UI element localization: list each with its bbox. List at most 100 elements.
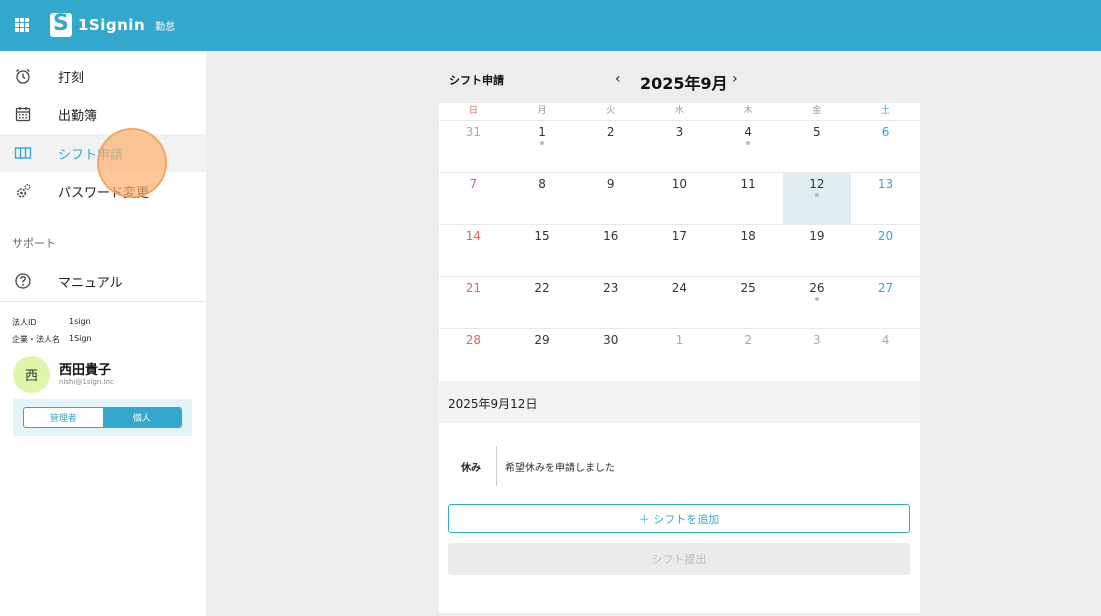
calendar-day-cell[interactable]: 26	[783, 277, 852, 329]
shift-entry-text: 希望休みを申請しました	[505, 463, 615, 474]
calendar-day-number: 6	[881, 125, 890, 139]
selected-date-label: 2025年9月12日	[448, 397, 538, 411]
weekday-label: 水	[674, 106, 684, 116]
calendar-day-cell[interactable]: 20	[851, 225, 920, 277]
sidebar-item-password-change[interactable]: パスワード変更	[0, 172, 206, 210]
calendar-day-cell[interactable]: 10	[645, 173, 714, 225]
columns-icon	[14, 144, 32, 162]
shift-indicator-dot	[745, 141, 750, 145]
user-email: nishi@1sign.inc	[59, 378, 114, 386]
submit-shift-button[interactable]: シフト提出	[448, 543, 910, 575]
calendar-day-cell[interactable]: 15	[508, 225, 577, 277]
weekday-label: 土	[881, 106, 891, 116]
calendar-day-cell[interactable]: 28	[439, 329, 508, 381]
calendar-day-cell[interactable]: 23	[576, 277, 645, 329]
calendar-day-cell[interactable]: 12	[782, 173, 852, 225]
calendar-day-cell[interactable]: 30	[576, 329, 645, 381]
support-section-label: サポート	[12, 237, 56, 250]
calendar-day-cell[interactable]: 22	[508, 277, 577, 329]
calendar-day-cell[interactable]: 2	[714, 329, 783, 381]
calendar-day-cell[interactable]: 7	[439, 173, 508, 225]
calendar-week-row: 21 22 23 24 25 26 27	[439, 276, 920, 328]
calendar-day-cell[interactable]: 8	[508, 173, 577, 225]
calendar-grid: 日 月 火 水 木 金 土 31 1 2 3 4 5 6 7 8 9 10 11 12 13 14 15 16 1…	[439, 103, 920, 381]
calendar-day-cell[interactable]: 5	[783, 121, 852, 173]
shift-indicator-dot	[814, 193, 819, 197]
calendar-day-cell[interactable]: 11	[714, 173, 783, 225]
calendar-day-cell[interactable]: 13	[851, 173, 920, 225]
weekday-label: 日	[468, 106, 478, 116]
sidebar-item-label: パスワード変更	[58, 185, 150, 201]
calendar-day-number: 30	[603, 333, 619, 347]
calendar-day-cell[interactable]: 25	[714, 277, 783, 329]
role-admin-button[interactable]: 管理者	[24, 408, 103, 427]
app-logo[interactable]: 1Signin 勤怠	[50, 12, 175, 38]
calendar-day-number: 15	[534, 229, 550, 243]
calendar-day-cell[interactable]: 29	[508, 329, 577, 381]
calendar-day-number: 24	[671, 281, 688, 295]
calendar-day-number: 9	[606, 177, 615, 191]
role-switcher-panel: 管理者 個人	[13, 399, 192, 436]
sidebar-item-attendance[interactable]: 出勤簿	[0, 95, 206, 133]
calendar-day-cell[interactable]: 31	[439, 121, 508, 173]
calendar-week-row: 28 29 30 1 2 3 4	[439, 328, 920, 380]
calendar-day-number: 25	[740, 281, 756, 295]
calendar-icon	[14, 105, 32, 123]
entry-separator	[496, 446, 497, 486]
corp-name-label: 企業・法人名	[12, 335, 60, 344]
calendar-day-cell[interactable]: 27	[851, 277, 920, 329]
calendar-day-number: 7	[469, 177, 478, 191]
calendar-day-number: 10	[671, 177, 688, 191]
calendar-day-number: 17	[671, 229, 688, 243]
calendar-day-cell[interactable]: 2	[576, 121, 645, 173]
calendar-day-number: 18	[740, 229, 756, 243]
shift-indicator-dot	[814, 297, 819, 301]
weekday-label: 木	[743, 106, 753, 116]
calendar-day-cell[interactable]: 4	[851, 329, 920, 381]
app-header: 1Signin 勤怠	[0, 0, 1101, 51]
sidebar-item-punch[interactable]: 打刻	[0, 57, 206, 95]
selected-date-bar: 2025年9月12日	[439, 381, 920, 423]
apps-grid-icon[interactable]	[15, 18, 29, 32]
calendar-day-number: 13	[877, 177, 894, 191]
calendar-day-cell[interactable]: 24	[645, 277, 714, 329]
calendar-day-number: 8	[538, 177, 546, 191]
calendar-day-number: 2	[606, 125, 615, 139]
calendar-day-number: 20	[877, 229, 894, 243]
calendar-day-number: 2	[744, 333, 752, 347]
calendar-day-cell[interactable]: 1	[645, 329, 714, 381]
calendar-day-cell[interactable]: 4	[714, 121, 783, 173]
logo-text: 1Signin	[78, 16, 146, 34]
alarm-clock-icon	[14, 67, 32, 85]
calendar-day-number: 19	[809, 229, 825, 243]
role-personal-button[interactable]: 個人	[102, 408, 181, 427]
sidebar-item-shift-request[interactable]: シフト申請	[0, 134, 206, 172]
next-month-button[interactable]: ›	[732, 71, 738, 87]
calendar-day-cell[interactable]: 1	[508, 121, 577, 173]
calendar-day-cell[interactable]: 16	[576, 225, 645, 277]
calendar-day-cell[interactable]: 18	[714, 225, 783, 277]
sidebar-item-manual[interactable]: マニュアル	[0, 262, 206, 300]
calendar-day-number: 12	[809, 177, 825, 191]
calendar-day-cell[interactable]: 9	[576, 173, 645, 225]
add-shift-button[interactable]: ＋ シフトを追加	[448, 504, 910, 533]
calendar-day-number: 16	[603, 229, 619, 243]
sidebar: 打刻 出勤簿 シフト申請 パスワード変更 サポート マニュアル 法人ID 1si…	[0, 51, 206, 616]
calendar-day-number: 29	[534, 333, 550, 347]
calendar-day-cell[interactable]: 3	[645, 121, 714, 173]
calendar-day-cell[interactable]: 3	[783, 329, 852, 381]
month-label: 2025年9月	[640, 74, 728, 93]
sidebar-item-label: 打刻	[58, 70, 85, 86]
calendar-day-cell[interactable]: 14	[439, 225, 508, 277]
calendar-day-cell[interactable]: 21	[439, 277, 508, 329]
calendar-day-number: 4	[744, 125, 752, 139]
calendar-day-cell[interactable]: 6	[851, 121, 920, 173]
calendar-day-cell[interactable]: 19	[783, 225, 852, 277]
corp-id-value: 1sign	[69, 317, 91, 326]
shift-detail-panel: 休み 希望休みを申請しました ＋ シフトを追加 シフト提出	[439, 423, 920, 613]
user-name: 西田貴子	[59, 363, 112, 378]
sidebar-divider	[0, 301, 206, 302]
prev-month-button[interactable]: ‹	[615, 71, 621, 87]
calendar-day-cell[interactable]: 17	[645, 225, 714, 277]
calendar-day-number: 1	[538, 125, 546, 139]
